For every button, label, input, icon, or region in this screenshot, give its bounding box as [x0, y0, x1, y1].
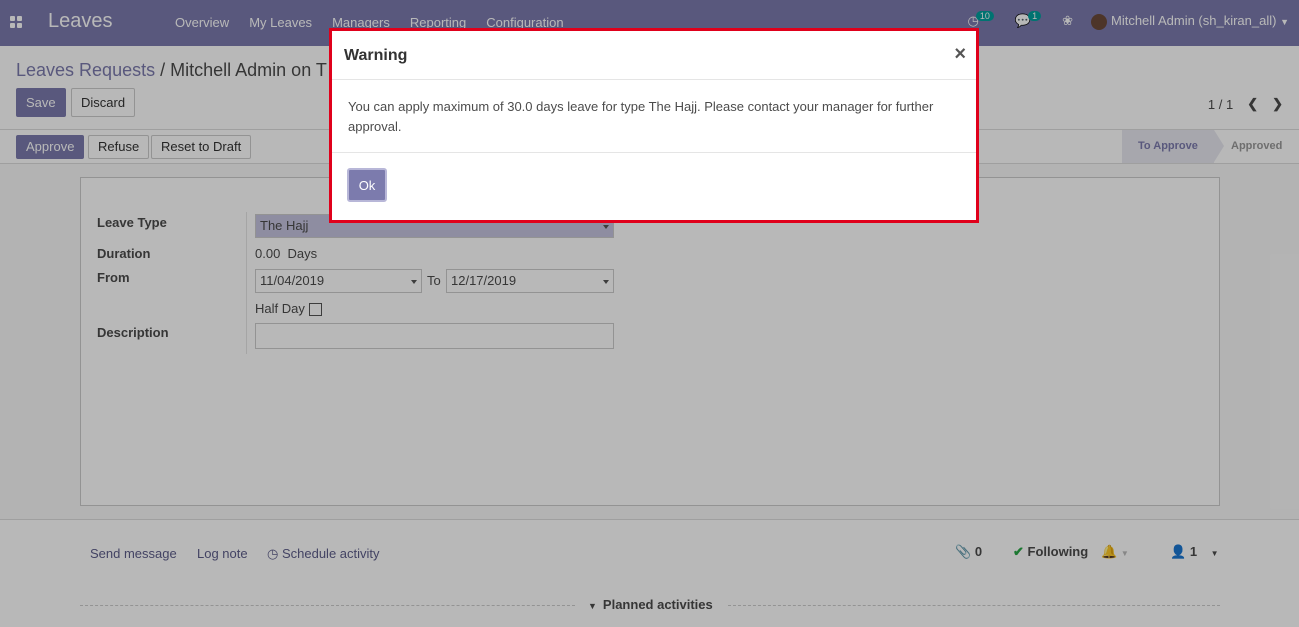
dialog-message: You can apply maximum of 30.0 days leave…: [348, 99, 934, 134]
ok-button[interactable]: Ok: [347, 168, 387, 202]
dialog-title: Warning: [344, 47, 408, 64]
warning-dialog: Warning × You can apply maximum of 30.0 …: [329, 28, 979, 223]
dialog-footer: Ok: [332, 152, 976, 220]
dialog-header: Warning ×: [332, 31, 976, 80]
close-icon[interactable]: ×: [954, 43, 966, 66]
